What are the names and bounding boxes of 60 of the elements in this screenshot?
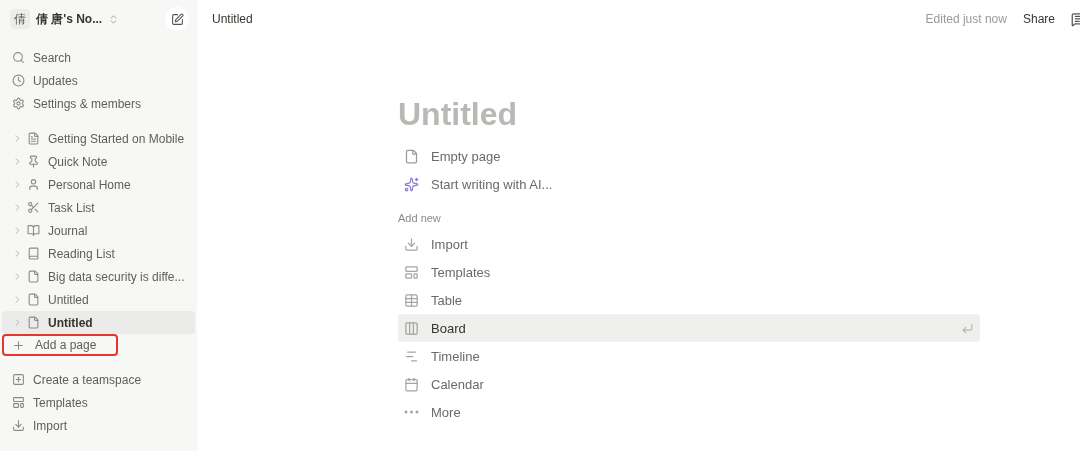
section-label: Add new	[398, 212, 442, 224]
page-item[interactable]: Untitled	[2, 288, 195, 311]
sidebar-item[interactable]: Templates	[33, 395, 88, 410]
add-page-item[interactable]: Add a page	[2, 334, 118, 356]
starter-option[interactable]: Empty page	[431, 148, 501, 164]
import-icon	[12, 419, 25, 432]
templates-icon	[12, 396, 25, 409]
import-icon	[404, 236, 419, 252]
workspace-name[interactable]: 倩 唐's No...	[36, 10, 103, 28]
page-icon	[27, 132, 40, 145]
share-button[interactable]: Share	[1022, 12, 1055, 26]
page-icon	[27, 270, 40, 283]
pin-icon	[27, 155, 40, 168]
page-item[interactable]: Big data security is diffe...	[2, 265, 195, 288]
add-option[interactable]: Table	[398, 286, 980, 314]
page-icon	[27, 293, 40, 306]
expand-icon[interactable]	[12, 248, 23, 259]
plus-icon	[12, 338, 25, 352]
timeline-icon	[404, 348, 419, 364]
page-item[interactable]: Quick Note	[2, 150, 195, 173]
page-item[interactable]: Untitled	[2, 311, 195, 334]
calendar-icon	[404, 376, 419, 392]
open-book-icon	[27, 224, 40, 237]
new-page-button[interactable]	[165, 7, 189, 31]
add-option[interactable]: Templates	[398, 258, 980, 286]
edit-status: Edited just now	[925, 12, 1007, 26]
search-icon	[12, 51, 25, 64]
workspace-avatar: 倩	[10, 9, 30, 29]
add-option[interactable]: More	[398, 398, 980, 426]
sidebar-item[interactable]: Search	[33, 50, 72, 65]
sidebar-item[interactable]: Import	[33, 418, 67, 433]
starter-option[interactable]: Start writing with AI...	[431, 176, 553, 192]
sparkle-icon	[404, 176, 419, 192]
more-icon	[404, 410, 419, 414]
board-icon	[404, 320, 419, 336]
page-item[interactable]: Reading List	[2, 242, 195, 265]
enter-icon	[961, 321, 974, 335]
templates-icon	[404, 264, 419, 280]
add-option[interactable]: Timeline	[398, 342, 980, 370]
add-option[interactable]: Board	[398, 314, 980, 342]
settings-icon	[12, 97, 25, 110]
add-option[interactable]: Calendar	[398, 370, 980, 398]
clock-icon	[12, 74, 25, 87]
scissors-icon	[27, 201, 40, 214]
add-option[interactable]: Import	[398, 230, 980, 258]
page-item[interactable]: Personal Home	[2, 173, 195, 196]
table-icon	[404, 292, 419, 308]
sidebar-item[interactable]: Updates	[33, 73, 78, 88]
page-icon	[404, 148, 419, 164]
teamspace-icon	[12, 373, 25, 386]
page-item[interactable]: Journal	[2, 219, 195, 242]
page-item[interactable]: Task List	[2, 196, 195, 219]
book-icon	[27, 247, 40, 260]
edit-icon	[170, 12, 184, 26]
page-title[interactable]: Untitled	[212, 12, 253, 26]
page-item[interactable]: Getting Started on Mobile	[2, 127, 195, 150]
person-icon	[27, 178, 40, 191]
sidebar-item[interactable]: Create a teamspace	[33, 372, 142, 387]
sidebar-item[interactable]: Settings & members	[33, 96, 142, 111]
page-icon	[27, 316, 40, 329]
